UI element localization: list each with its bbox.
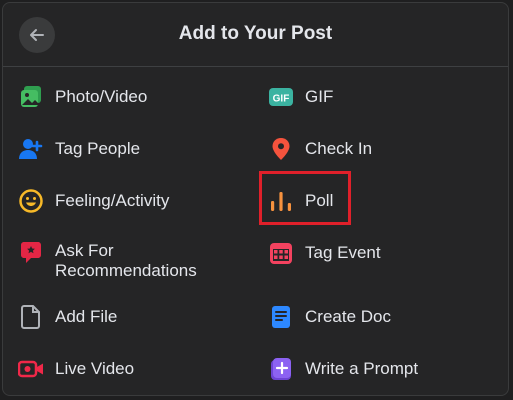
add-to-post-dialog: Add to Your Post Photo/Video GIF GIF Tag…	[2, 2, 509, 396]
dialog-title: Add to Your Post	[178, 23, 333, 44]
ask-recommendations-label: Ask For Recommendations	[55, 241, 197, 280]
photo-video-option[interactable]: Photo/Video	[17, 75, 147, 119]
photo-icon	[17, 83, 45, 111]
tag-event-label: Tag Event	[305, 243, 381, 262]
poll-highlight-box	[259, 171, 351, 225]
photo-video-label: Photo/Video	[55, 87, 148, 106]
gif-badge-text: GIF	[273, 94, 290, 105]
gif-option[interactable]: GIF GIF	[267, 75, 333, 119]
feeling-activity-option[interactable]: Feeling/Activity	[17, 179, 169, 223]
add-file-option[interactable]: Add File	[17, 295, 117, 339]
live-video-icon	[17, 355, 45, 383]
prompt-plus-icon	[267, 355, 295, 383]
feeling-activity-label: Feeling/Activity	[55, 191, 170, 210]
create-doc-option[interactable]: Create Doc	[267, 295, 391, 339]
check-in-label: Check In	[305, 139, 373, 158]
tag-people-icon	[17, 135, 45, 163]
location-pin-icon	[267, 135, 295, 163]
document-icon	[267, 303, 295, 331]
tag-people-label: Tag People	[55, 139, 141, 158]
calendar-icon	[267, 239, 295, 267]
create-doc-label: Create Doc	[305, 307, 391, 326]
tag-event-option[interactable]: Tag Event	[267, 231, 381, 275]
gif-icon: GIF	[267, 83, 295, 111]
write-prompt-label: Write a Prompt	[305, 359, 419, 378]
ask-recommendations-option[interactable]: Ask For Recommendations	[17, 231, 197, 291]
gif-label: GIF	[305, 87, 334, 106]
live-video-label: Live Video	[55, 359, 135, 378]
recommendation-bubble-icon	[17, 239, 45, 267]
write-prompt-option[interactable]: Write a Prompt	[267, 347, 418, 391]
tag-people-option[interactable]: Tag People	[17, 127, 140, 171]
file-icon	[17, 303, 45, 331]
add-file-label: Add File	[55, 307, 118, 326]
smiley-icon	[17, 187, 45, 215]
dialog-header: Add to Your Post	[3, 3, 508, 67]
check-in-option[interactable]: Check In	[267, 127, 372, 171]
live-video-option[interactable]: Live Video	[17, 347, 134, 391]
